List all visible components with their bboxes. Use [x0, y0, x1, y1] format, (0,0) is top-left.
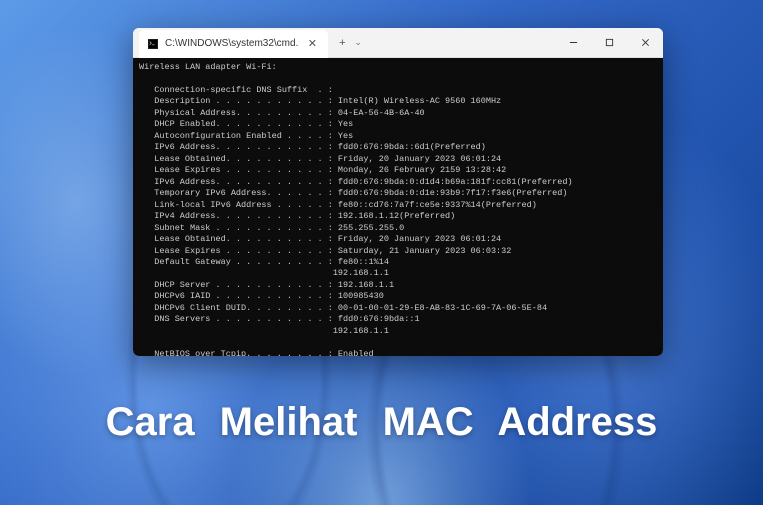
terminal-window: C:\WINDOWS\system32\cmd. ✕ + ⌄ Wireless … — [133, 28, 663, 356]
minimize-button[interactable] — [555, 28, 591, 57]
terminal-tab[interactable]: C:\WINDOWS\system32\cmd. ✕ — [139, 30, 328, 58]
tab-title: C:\WINDOWS\system32\cmd. — [165, 38, 298, 49]
tab-dropdown-icon[interactable]: ⌄ — [354, 37, 362, 48]
terminal-output[interactable]: Wireless LAN adapter Wi-Fi: Connection-s… — [133, 58, 663, 356]
cmd-icon — [147, 38, 159, 50]
caption-text: Cara Melihat MAC Address — [0, 400, 763, 445]
new-tab-button[interactable]: + — [334, 35, 350, 51]
maximize-button[interactable] — [591, 28, 627, 57]
close-button[interactable] — [627, 28, 663, 57]
window-titlebar[interactable]: C:\WINDOWS\system32\cmd. ✕ + ⌄ — [133, 28, 663, 58]
window-controls — [555, 28, 663, 57]
tab-close-icon[interactable]: ✕ — [304, 36, 320, 52]
